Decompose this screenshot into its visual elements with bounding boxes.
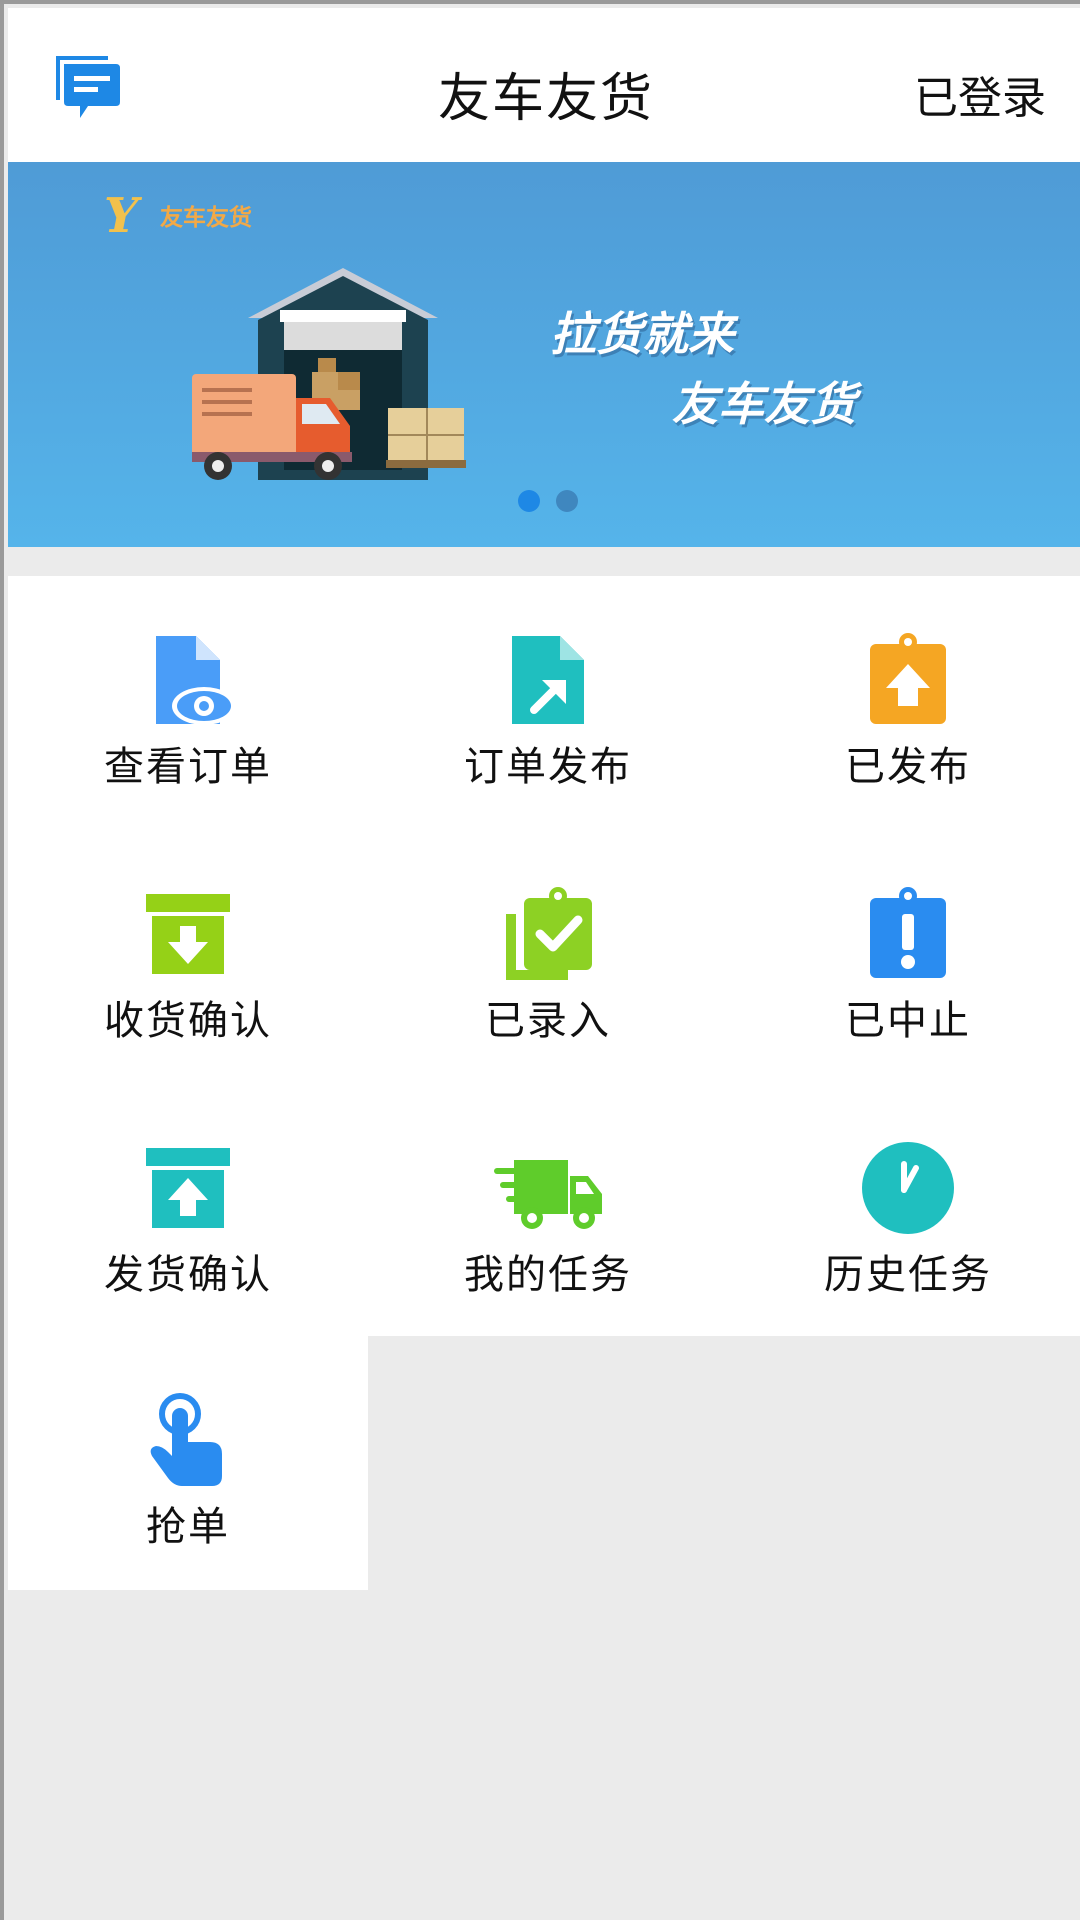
menu-item-entered[interactable]: 已录入 — [368, 830, 728, 1084]
warehouse-truck-illustration — [192, 268, 466, 480]
entered-icon — [506, 887, 592, 980]
menu-item-label: 订单发布 — [464, 744, 632, 790]
menu-item-label: 已发布 — [845, 744, 971, 790]
truck-icon — [494, 1160, 602, 1229]
carousel-dot-1[interactable] — [518, 490, 540, 512]
ship-confirm-icon — [146, 1148, 230, 1228]
login-status[interactable]: 已登录 — [914, 62, 1046, 126]
menu-item-history-tasks[interactable]: 历史任务 — [728, 1084, 1080, 1338]
menu-item-grab-order[interactable]: 抢单 — [8, 1336, 368, 1590]
banner-logo-text: 友车友货 — [160, 205, 252, 231]
menu-item-published[interactable]: 已发布 — [728, 576, 1080, 830]
carousel-dot-2[interactable] — [556, 490, 578, 512]
menu-item-publish-order[interactable]: 订单发布 — [368, 576, 728, 830]
banner-carousel[interactable]: Y 友车友货 拉货就来 友车友货 — [8, 162, 1080, 547]
menu-item-label: 发货确认 — [104, 1252, 272, 1298]
banner-slogan-line1: 拉货就来 — [550, 307, 734, 361]
published-icon — [870, 633, 946, 724]
view-order-icon — [156, 636, 236, 725]
banner-slogan-line2: 友车友货 — [672, 377, 856, 431]
app-frame: 友车友货 已登录 Y 友车友货 拉货就来 友车友货 查看订单 订单发布 已发布 … — [0, 0, 1080, 1920]
menu-item-view-orders[interactable]: 查看订单 — [8, 576, 368, 830]
menu-item-label: 抢单 — [146, 1504, 230, 1550]
menu-item-receive-confirm[interactable]: 收货确认 — [8, 830, 368, 1084]
banner-logo-mark: Y — [104, 188, 139, 244]
receive-confirm-icon — [146, 894, 230, 974]
menu-item-label: 历史任务 — [824, 1252, 992, 1298]
stopped-icon — [870, 887, 946, 978]
publish-order-icon — [512, 636, 584, 724]
clock-icon — [862, 1142, 954, 1234]
menu-item-label: 查看订单 — [104, 744, 272, 790]
menu-item-label: 已中止 — [845, 998, 971, 1044]
menu-item-my-tasks[interactable]: 我的任务 — [368, 1084, 728, 1338]
carousel-indicator — [518, 490, 578, 512]
menu-item-label: 收货确认 — [104, 998, 272, 1044]
tap-icon — [150, 1393, 222, 1486]
top-bar: 友车友货 已登录 — [8, 8, 1080, 162]
menu-item-label: 已录入 — [485, 998, 611, 1044]
menu-item-stopped[interactable]: 已中止 — [728, 830, 1080, 1084]
menu-item-ship-confirm[interactable]: 发货确认 — [8, 1084, 368, 1338]
menu-item-label: 我的任务 — [464, 1252, 632, 1298]
